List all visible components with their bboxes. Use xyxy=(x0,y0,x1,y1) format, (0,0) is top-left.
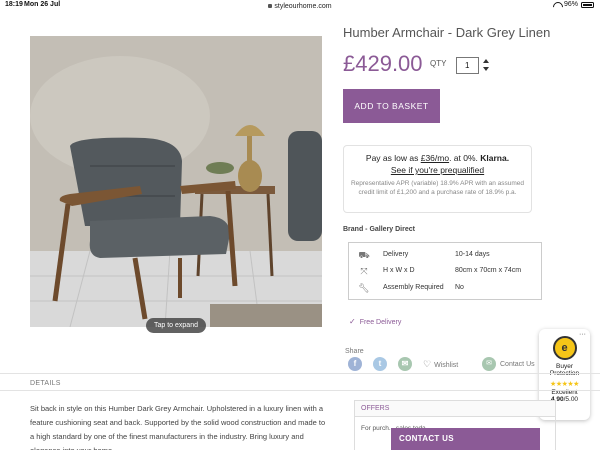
klarna-prefix: Pay as low as xyxy=(365,153,421,163)
wishlist-button[interactable]: ♡ Wishlist xyxy=(423,359,458,370)
badge-title-line1: Buyer xyxy=(556,363,573,370)
lock-icon xyxy=(268,4,273,8)
klarna-prequalify-link[interactable]: See if you're prequalified xyxy=(344,165,531,175)
product-price: £429.00 xyxy=(343,51,423,76)
badge-title: BuyerProtection xyxy=(539,363,590,377)
twitter-icon[interactable]: t xyxy=(373,357,387,371)
spec-key: Assembly Required xyxy=(383,284,444,291)
heart-icon: ♡ xyxy=(423,359,432,369)
spec-row-assembly: 🔧︎ Assembly Required No xyxy=(349,282,543,296)
divider xyxy=(0,390,600,391)
spec-row-dimensions: ⤧ H x W x D 80cm x 70cm x 74cm xyxy=(349,265,543,279)
klarna-logo: Klarna. xyxy=(480,153,510,163)
score-suffix: /5.00 xyxy=(563,396,579,403)
wishlist-label: Wishlist xyxy=(434,362,459,369)
spec-key: Delivery xyxy=(383,251,409,258)
battery-icon xyxy=(581,1,594,8)
qty-label: QTY xyxy=(430,59,447,68)
dimensions-icon: ⤧ xyxy=(360,266,368,276)
offers-header: OFFERS xyxy=(355,401,555,417)
details-tab[interactable]: DETAILS xyxy=(30,380,61,387)
contact-us-label: Contact Us xyxy=(500,360,535,368)
truck-icon: ⛟ xyxy=(358,250,370,260)
status-bar: 18:19 Mon 26 Jul styleourhome.com 96% xyxy=(0,0,600,10)
klarna-mid: . at 0%. xyxy=(449,153,481,163)
product-title: Humber Armchair - Dark Grey Linen xyxy=(343,25,551,40)
divider xyxy=(0,373,600,374)
spec-value: 10-14 days xyxy=(455,251,490,258)
contact-us-link[interactable]: ✉ Contact Us xyxy=(482,357,535,371)
email-icon[interactable]: ✉ xyxy=(398,357,412,371)
wifi-icon xyxy=(553,2,561,8)
klarna-headline: Pay as low as £36/mo. at 0%. Klarna. xyxy=(344,153,531,163)
add-to-basket-button[interactable]: ADD TO BASKET xyxy=(343,89,440,123)
product-specs: ⛟ Delivery 10-14 days ⤧ H x W x D 80cm x… xyxy=(348,242,542,300)
stepper-down-icon[interactable] xyxy=(483,67,489,71)
wrench-icon: 🔧︎ xyxy=(358,283,370,293)
klarna-disclaimer: Representative APR (variable) 18.9% APR … xyxy=(350,180,525,196)
facebook-icon[interactable]: f xyxy=(348,357,362,371)
trust-seal-icon: e xyxy=(552,336,577,360)
share-label: Share xyxy=(345,348,364,355)
url-text: styleourhome.com xyxy=(274,3,332,10)
spec-key: H x W x D xyxy=(383,267,415,274)
qty-input[interactable]: 1 xyxy=(456,57,479,74)
klarna-amount[interactable]: £36/mo xyxy=(421,153,449,163)
spec-value: No xyxy=(455,284,464,291)
rating-stars-icon: ★★★★★ xyxy=(550,381,579,388)
check-icon: ✓ xyxy=(349,317,356,326)
status-icons: 96% xyxy=(553,1,594,8)
free-delivery-label: Free Delivery xyxy=(359,319,402,326)
battery-percent: 96% xyxy=(563,1,578,8)
brand-label: Brand - Gallery Direct xyxy=(343,226,415,233)
product-description: Sit back in style on this Humber Dark Gr… xyxy=(30,404,326,450)
more-options-icon[interactable]: ··· xyxy=(579,331,586,338)
chat-icon: ✉ xyxy=(482,357,496,371)
product-image[interactable] xyxy=(30,36,322,327)
tap-to-expand-hint[interactable]: Tap to expand xyxy=(146,318,206,333)
spec-value: 80cm x 70cm x 74cm xyxy=(455,267,522,274)
stepper-up-icon[interactable] xyxy=(483,59,489,63)
address-bar[interactable]: styleourhome.com xyxy=(0,3,600,10)
spec-row-delivery: ⛟ Delivery 10-14 days xyxy=(349,249,543,263)
qty-stepper[interactable] xyxy=(483,56,489,74)
contact-us-bar[interactable]: CONTACT US xyxy=(391,428,540,450)
klarna-financing-box: Pay as low as £36/mo. at 0%. Klarna. See… xyxy=(343,145,532,213)
free-delivery: ✓ Free Delivery xyxy=(349,317,401,326)
